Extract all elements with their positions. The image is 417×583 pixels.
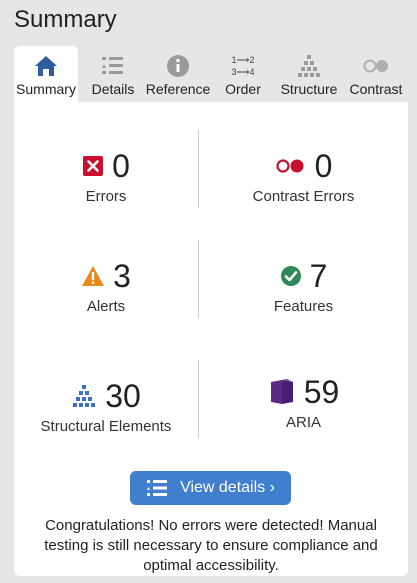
congratulations-message: Congratulations! No errors were detected… <box>44 517 378 574</box>
errors-label: Errors <box>85 188 127 205</box>
errors-stat[interactable]: 0 Errors <box>14 146 198 205</box>
tab-reference[interactable]: Reference <box>144 46 212 102</box>
view-details-button[interactable]: View details › <box>130 471 291 505</box>
tab-summary[interactable]: Summary <box>14 46 78 102</box>
wave-summary-page: Summary Summary Details Reference 1⟶2 3⟶… <box>0 0 417 583</box>
contrast-errors-stat[interactable]: 0 Contrast Errors <box>199 146 408 205</box>
structural-elements-count: 30 <box>105 378 141 414</box>
summary-panel: Summary Details Reference 1⟶2 3⟶4 Order … <box>14 46 408 576</box>
info-icon <box>167 55 189 77</box>
aria-stat[interactable]: 59 ARIA <box>199 372 408 431</box>
aria-count: 59 <box>303 374 340 410</box>
contrast-errors-label: Contrast Errors <box>252 188 355 205</box>
alert-icon <box>82 266 105 286</box>
home-icon <box>35 56 57 76</box>
alerts-count: 3 <box>113 258 131 294</box>
tab-label: Structure <box>280 81 338 97</box>
errors-count: 0 <box>112 148 130 184</box>
structural-elements-label: Structural Elements <box>40 418 172 435</box>
list-icon <box>147 480 168 496</box>
page-title: Summary <box>14 6 117 33</box>
contrast-error-icon <box>275 159 304 173</box>
list-icon <box>102 57 123 74</box>
tab-label: Details <box>91 81 135 97</box>
hierarchy-icon <box>298 55 320 77</box>
tab-contrast[interactable]: Contrast <box>344 46 408 102</box>
aria-icon <box>270 379 293 404</box>
order-icon-text-top: 1⟶2 <box>232 55 255 65</box>
error-icon <box>83 156 104 176</box>
view-details-label: View details › <box>180 479 275 496</box>
tab-details[interactable]: Details <box>82 46 144 102</box>
alerts-label: Alerts <box>86 298 126 315</box>
order-icon-text-bottom: 3⟶4 <box>232 67 255 77</box>
structure-icon <box>73 385 96 407</box>
alerts-stat[interactable]: 3 Alerts <box>14 256 198 315</box>
tab-label: Contrast <box>349 81 403 97</box>
tab-structure[interactable]: Structure <box>276 46 342 102</box>
features-stat[interactable]: 7 Features <box>199 256 408 315</box>
tab-label: Summary <box>16 81 76 97</box>
tab-bar: Summary Details Reference 1⟶2 3⟶4 Order … <box>14 46 408 102</box>
order-icon: 1⟶2 3⟶4 <box>232 55 255 77</box>
contrast-errors-count: 0 <box>314 148 333 184</box>
structural-elements-stat[interactable]: 30 Structural Elements <box>14 376 198 435</box>
features-count: 7 <box>309 258 328 294</box>
tab-label: Reference <box>145 81 211 97</box>
contrast-icon <box>363 59 388 73</box>
tab-label: Order <box>225 81 261 97</box>
feature-check-icon <box>280 266 301 286</box>
aria-label: ARIA <box>285 414 321 431</box>
features-label: Features <box>273 298 334 315</box>
tab-order[interactable]: 1⟶2 3⟶4 Order <box>214 46 272 102</box>
